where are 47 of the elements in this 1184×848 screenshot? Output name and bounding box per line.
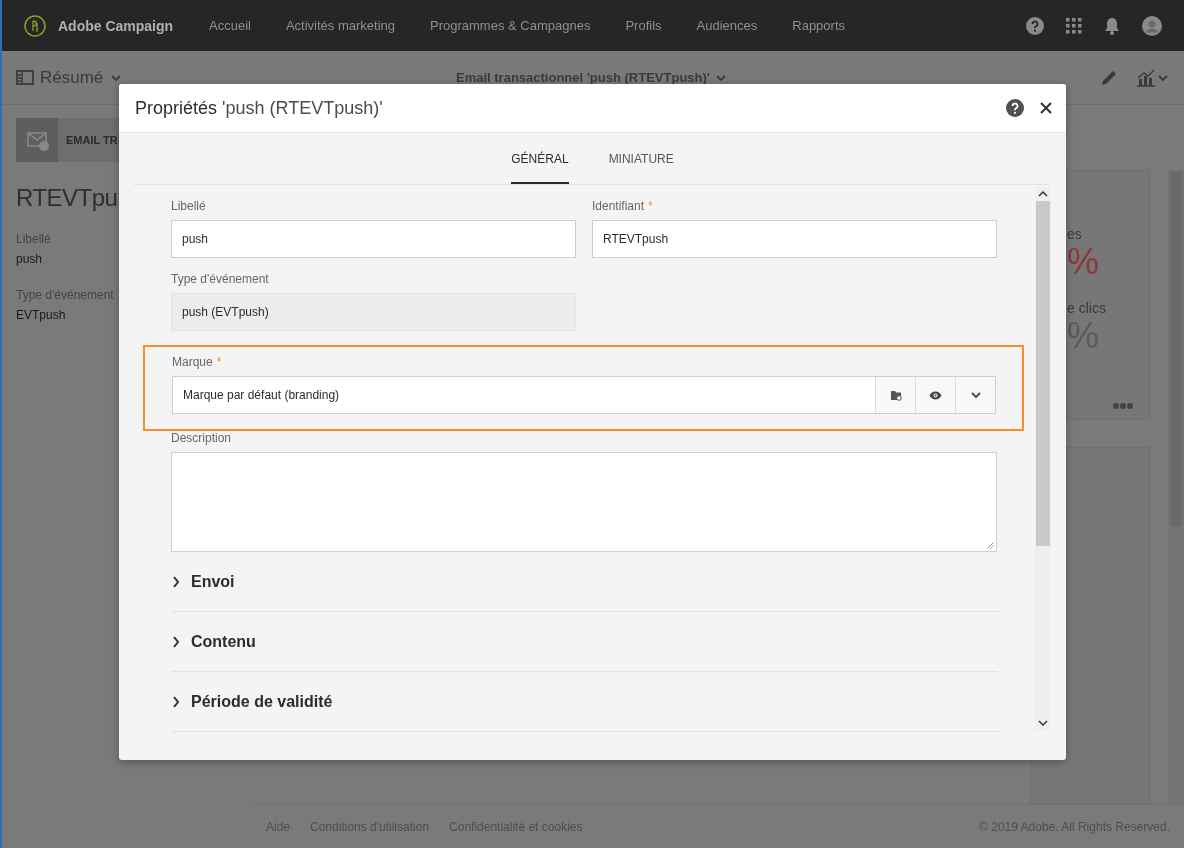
input-field: push (EVTpush)	[171, 293, 576, 331]
field-label: Marque *	[172, 355, 223, 369]
input-field[interactable]: RTEVTpush	[592, 220, 997, 258]
page-title[interactable]: Email transactionnel 'push (RTEVTpush)'	[456, 70, 1100, 85]
record-name: RTEVTpu	[16, 184, 118, 212]
field-label: Libellé	[171, 199, 207, 213]
tab[interactable]: MINIATURE	[608, 133, 674, 184]
nav-link[interactable]: Profils	[625, 18, 662, 33]
resize-grip-icon	[987, 542, 994, 549]
email-icon	[16, 118, 58, 162]
dialog-title: Propriétés 'push (RTEVTpush)'	[135, 97, 384, 119]
field-label: Identifiant *	[592, 199, 654, 213]
help-icon[interactable]	[1006, 99, 1024, 117]
link-field[interactable]: Marque par défaut (branding)	[172, 376, 996, 414]
stat-value: %	[1067, 242, 1100, 282]
help-icon[interactable]	[1026, 16, 1044, 35]
logo-icon[interactable]	[24, 14, 46, 37]
close-icon[interactable]	[1040, 102, 1052, 114]
stat-value: %	[1067, 316, 1100, 356]
folder-search-icon	[889, 389, 902, 401]
browse-button[interactable]	[875, 377, 915, 413]
nav-link[interactable]: Accueil	[209, 18, 251, 33]
type-badge: EMAIL TR	[16, 118, 120, 162]
nav-link[interactable]: Activités marketing	[285, 18, 395, 33]
app-title: Adobe Campaign	[58, 17, 174, 34]
eye-icon	[929, 390, 942, 400]
chart-menu-icon[interactable]	[1136, 68, 1170, 87]
section-header[interactable]: Période de validité	[171, 672, 998, 732]
section-header[interactable]: Contenu	[171, 612, 998, 672]
preview-button[interactable]	[915, 377, 955, 413]
scrollbar[interactable]	[1035, 187, 1051, 730]
nav-link[interactable]: Audiences	[696, 18, 758, 33]
layout-icon	[16, 70, 34, 85]
section-header[interactable]: Envoi	[171, 552, 998, 612]
pencil-icon[interactable]	[1100, 68, 1118, 87]
apps-grid-icon[interactable]	[1066, 17, 1082, 34]
nav-link[interactable]: Programmes & Campagnes	[430, 18, 591, 33]
avatar-icon[interactable]	[1142, 15, 1162, 36]
view-selector[interactable]: Résumé	[16, 67, 456, 88]
field-label: Description	[171, 431, 233, 445]
tab[interactable]: GÉNÉRAL	[511, 133, 569, 184]
input-field[interactable]: push	[171, 220, 576, 258]
bell-icon[interactable]	[1104, 16, 1120, 35]
nav-link[interactable]: Rapports	[792, 18, 845, 33]
stat-label: es	[1067, 226, 1083, 242]
field-label: Type d'événement	[171, 272, 270, 286]
stat-label: e clics	[1067, 300, 1107, 316]
